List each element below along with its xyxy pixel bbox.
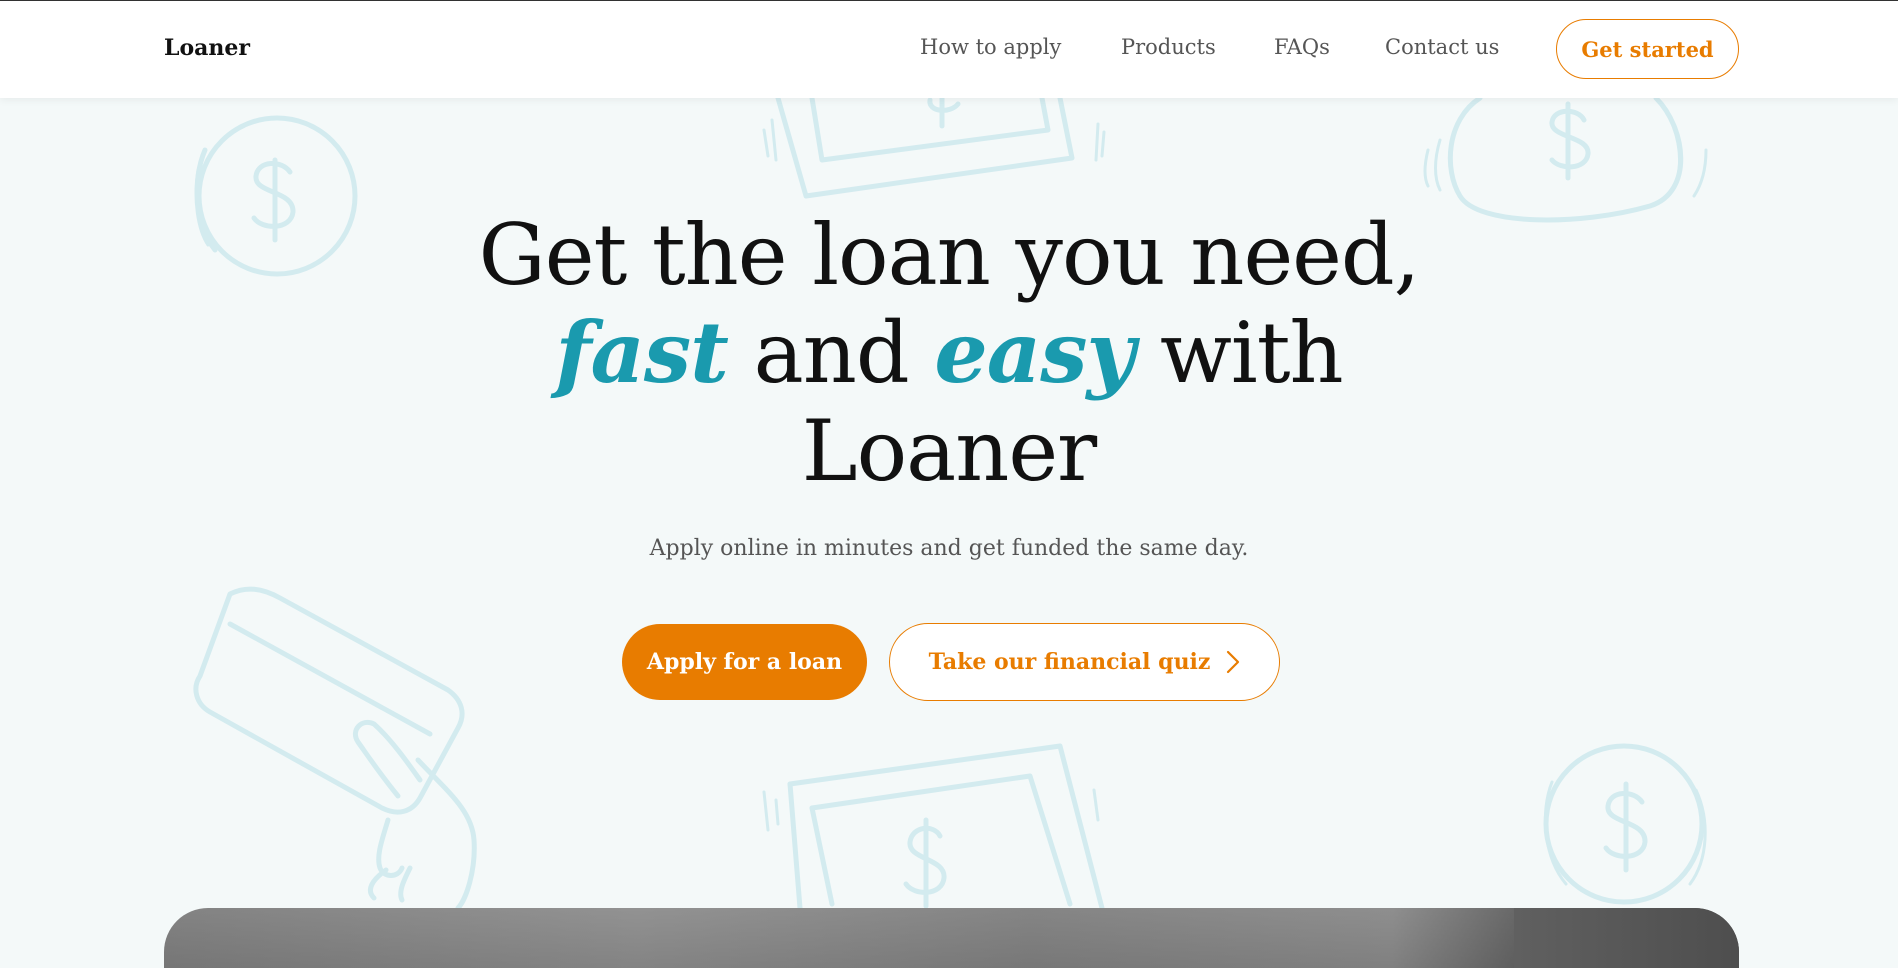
- financial-quiz-label: Take our financial quiz: [928, 649, 1211, 675]
- hero-image-panel: [1514, 908, 1739, 968]
- chevron-right-icon: [1227, 650, 1240, 674]
- hero-title-accent-easy: easy: [934, 303, 1135, 402]
- money-bag-icon: [1423, 95, 1708, 223]
- hero-image-shade: [164, 908, 1739, 968]
- nav-how-to-apply[interactable]: How to apply: [920, 35, 1061, 59]
- hero-title-line3: Loaner: [801, 402, 1097, 500]
- banknote-icon: [762, 95, 1106, 199]
- financial-quiz-button[interactable]: Take our financial quiz: [889, 623, 1280, 701]
- apply-for-loan-button[interactable]: Apply for a loan: [622, 624, 867, 700]
- nav-products[interactable]: Products: [1121, 35, 1216, 59]
- hero-title: Get the loan you need, fast and easy wit…: [349, 206, 1549, 500]
- hero-title-accent-fast: fast: [555, 303, 729, 402]
- apply-for-loan-label: Apply for a loan: [646, 649, 843, 675]
- hero-title-mid: and: [727, 304, 935, 402]
- get-started-button[interactable]: Get started: [1556, 19, 1739, 79]
- hero-image: [164, 908, 1739, 968]
- hero-subtitle: Apply online in minutes and get funded t…: [649, 536, 1249, 561]
- credit-card-hand-icon: [193, 586, 477, 911]
- site-header: Loaner How to apply Products FAQs Contac…: [0, 1, 1898, 98]
- nav-contact-us[interactable]: Contact us: [1385, 35, 1499, 59]
- nav-faqs[interactable]: FAQs: [1274, 35, 1330, 59]
- coin-icon: [194, 115, 358, 277]
- banknote-icon: [762, 743, 1105, 911]
- hero-title-line1: Get the loan you need,: [478, 206, 1421, 304]
- hero-title-end: with: [1134, 304, 1344, 402]
- coin-icon: [1543, 743, 1707, 905]
